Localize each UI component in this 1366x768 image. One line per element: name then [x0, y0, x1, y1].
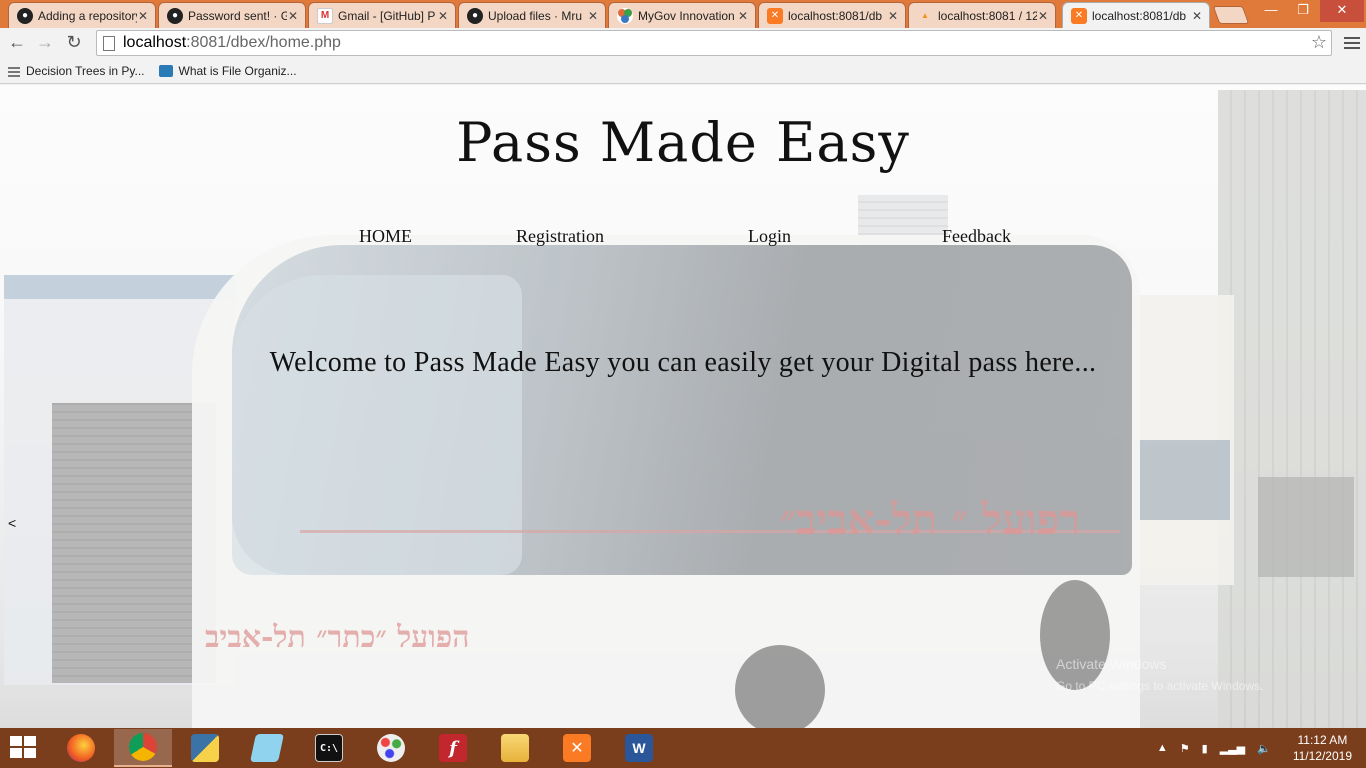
taskbar-notepad[interactable]	[238, 729, 296, 767]
taskbar-python[interactable]	[176, 729, 234, 767]
tab-title: localhost:8081/db	[1092, 8, 1187, 23]
taskbar-chrome[interactable]	[114, 729, 172, 767]
tab-title: Gmail - [GitHub] P	[338, 8, 436, 23]
flash-icon: f	[439, 734, 467, 762]
github-icon: ●	[17, 7, 33, 24]
tab-title: localhost:8081/db	[788, 8, 883, 23]
close-icon[interactable]: ✕	[1191, 9, 1203, 23]
tab-localhost-phpmyadmin[interactable]: ▲ localhost:8081 / 12 ✕	[908, 2, 1056, 28]
page-viewport: רפועל ״ תל-אביב״ הפועל ״כתר״ תל-אביב Pas…	[0, 85, 1366, 728]
page-icon	[158, 64, 173, 77]
address-bar[interactable]: localhost:8081/dbex/home.php ☆	[96, 30, 1332, 56]
firefox-icon	[67, 734, 95, 762]
system-tray: ▲ ⚑ ▮ ▂▃▅ 🔈 11:12 AM 11/12/2019	[1151, 728, 1366, 768]
tab-mygov[interactable]: MyGov Innovation ✕	[608, 2, 756, 28]
tab-title: MyGov Innovation	[638, 8, 735, 23]
bookmark-label: What is File Organiz...	[178, 63, 297, 78]
xampp-icon: ✕	[767, 7, 783, 24]
browser-tab-strip: ● Adding a repository ✕ ● Password sent!…	[0, 0, 1366, 28]
flag-icon[interactable]: ⚑	[1180, 742, 1190, 755]
taskbar-word[interactable]: W	[610, 729, 668, 767]
page-info-icon[interactable]	[103, 35, 115, 51]
bookmark-star-icon[interactable]: ☆	[1311, 32, 1327, 53]
tab-adding-repository[interactable]: ● Adding a repository ✕	[8, 2, 156, 28]
github-icon: ●	[167, 7, 183, 24]
xampp-icon: ✕	[1071, 7, 1087, 24]
window-close-icon[interactable]: ✕	[1320, 0, 1364, 22]
battery-icon[interactable]: ▮	[1202, 742, 1208, 755]
clock-time: 11:12 AM	[1297, 733, 1348, 747]
cmd-icon: C:\	[315, 734, 343, 762]
clock[interactable]: 11:12 AM 11/12/2019	[1293, 732, 1352, 764]
taskbar-cmd[interactable]: C:\	[300, 729, 358, 767]
show-hidden-icons-icon[interactable]: ▲	[1157, 742, 1168, 754]
network-icon[interactable]: ▂▃▅	[1220, 742, 1245, 755]
volume-icon[interactable]: 🔈	[1257, 742, 1271, 755]
folder-icon	[501, 734, 529, 762]
browser-menu-icon[interactable]	[1344, 34, 1360, 52]
tab-title: localhost:8081 / 12	[938, 8, 1037, 23]
bookmark-label: Decision Trees in Py...	[26, 63, 145, 78]
taskbar-explorer[interactable]	[486, 729, 544, 767]
welcome-message: Welcome to Pass Made Easy you can easily…	[269, 347, 1097, 378]
nav-home-link[interactable]: HOME	[359, 226, 412, 247]
chrome-icon	[129, 733, 157, 761]
watermark-subtitle: Go to PC settings to activate Windows.	[1056, 679, 1264, 693]
gmail-icon: M	[317, 7, 333, 24]
tab-upload-files[interactable]: ● Upload files · Mru ✕	[458, 2, 606, 28]
close-icon[interactable]: ✕	[287, 9, 299, 23]
bookmark-file-organization[interactable]: What is File Organiz...	[158, 63, 297, 78]
tab-localhost-dbex-active[interactable]: ✕ localhost:8081/db ✕	[1062, 2, 1210, 28]
activate-windows-watermark: Activate Windows Go to PC settings to ac…	[1056, 653, 1263, 697]
close-icon[interactable]: ✕	[737, 9, 749, 23]
bookmarks-bar: Decision Trees in Py... What is File Org…	[0, 58, 1366, 84]
github-icon: ●	[467, 7, 483, 24]
nav-registration-link[interactable]: Registration	[516, 226, 604, 247]
nav-login-link[interactable]: Login	[748, 226, 791, 247]
tab-password-sent[interactable]: ● Password sent! · G ✕	[158, 2, 306, 28]
notepad-icon	[250, 734, 284, 762]
restore-icon[interactable]: ❐	[1288, 0, 1318, 22]
close-icon[interactable]: ✕	[587, 9, 599, 23]
word-icon: W	[625, 734, 653, 762]
bus-background-image: רפועל ״ תל-אביב״ הפועל ״כתר״ תל-אביב	[0, 85, 1366, 728]
forward-arrow-icon[interactable]: →	[35, 33, 55, 53]
minimize-icon[interactable]: —	[1256, 0, 1286, 22]
windows-taskbar: C:\ f ✕ W ▲ ⚑ ▮ ▂▃▅ 🔈 11:12 AM 11/12/201…	[0, 728, 1366, 768]
new-tab-button[interactable]	[1212, 6, 1250, 24]
close-icon[interactable]: ✕	[887, 9, 899, 23]
taskbar-paint[interactable]	[362, 729, 420, 767]
tab-title: Password sent! · G	[188, 8, 287, 23]
clock-date: 11/12/2019	[1292, 749, 1352, 763]
tab-localhost-dbex-1[interactable]: ✕ localhost:8081/db ✕	[758, 2, 906, 28]
taskbar-xampp[interactable]: ✕	[548, 729, 606, 767]
reload-icon[interactable]: ↻	[64, 33, 84, 53]
xampp-icon: ✕	[563, 734, 591, 762]
mygov-icon	[617, 7, 633, 24]
watermark-title: Activate Windows	[1056, 656, 1167, 672]
bookmark-decision-trees[interactable]: Decision Trees in Py...	[8, 64, 145, 78]
site-title: Pass Made Easy	[456, 111, 910, 174]
browser-toolbar: ← → ↻ localhost:8081/dbex/home.php ☆	[0, 28, 1366, 58]
phpmyadmin-icon: ▲	[921, 11, 929, 20]
close-icon[interactable]: ✕	[437, 9, 449, 23]
nav-feedback-link[interactable]: Feedback	[942, 226, 1011, 247]
close-icon[interactable]: ✕	[1037, 9, 1049, 23]
apps-icon	[8, 64, 20, 77]
tab-gmail[interactable]: M Gmail - [GitHub] P ✕	[308, 2, 456, 28]
tab-title: Adding a repository	[38, 8, 137, 23]
back-arrow-icon[interactable]: ←	[7, 33, 27, 53]
taskbar-firefox[interactable]	[52, 729, 110, 767]
address-url[interactable]: localhost:8081/dbex/home.php	[123, 34, 341, 52]
close-icon[interactable]: ✕	[137, 9, 149, 23]
tab-title: Upload files · Mru	[488, 8, 583, 23]
windows-start-icon[interactable]	[10, 736, 38, 760]
python-icon	[191, 734, 219, 762]
taskbar-flash[interactable]: f	[424, 729, 482, 767]
carousel-prev-button[interactable]: <	[8, 515, 16, 531]
paint-icon	[377, 734, 405, 762]
